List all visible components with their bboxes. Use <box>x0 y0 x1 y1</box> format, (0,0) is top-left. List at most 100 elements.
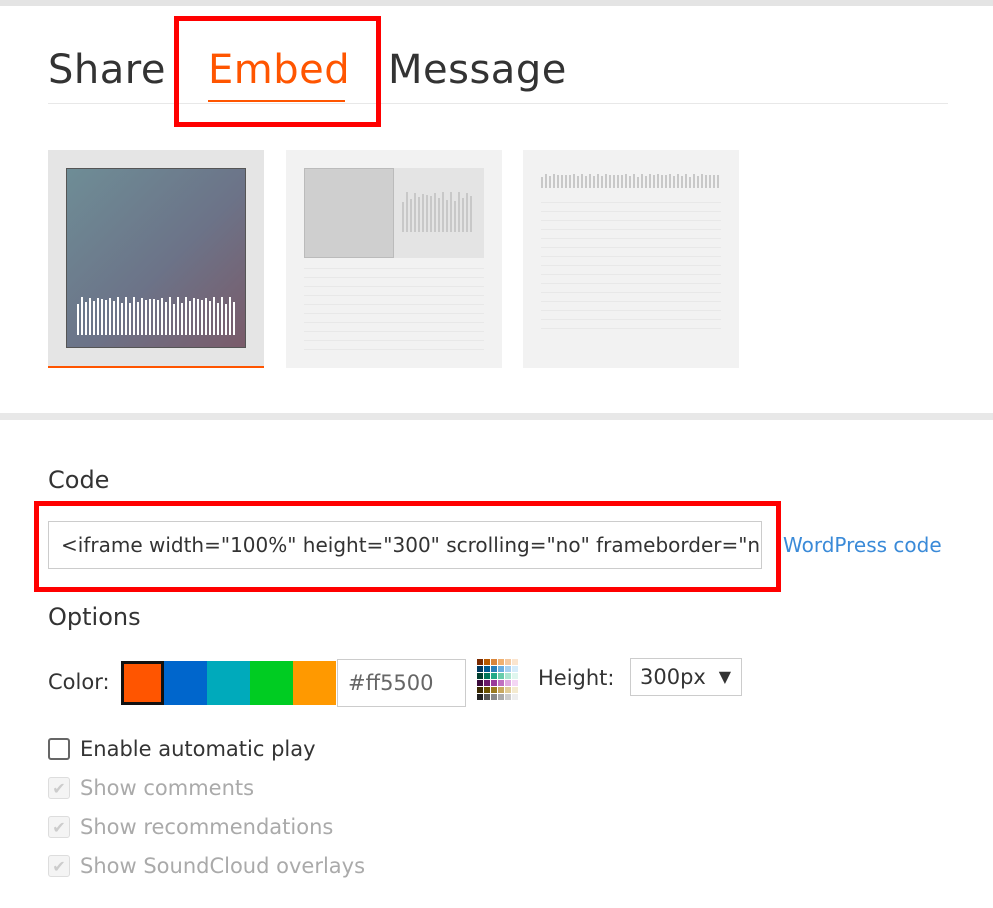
waveform-bar <box>613 175 615 188</box>
waveform-bar <box>81 297 83 335</box>
waveform-bar <box>685 174 687 188</box>
color-swatch-teal[interactable] <box>207 661 250 705</box>
waveform-bar <box>681 176 683 188</box>
color-swatch-blue[interactable] <box>164 661 207 705</box>
waveform-bar <box>617 175 619 188</box>
palette-cell <box>512 680 518 686</box>
waveform-bar <box>573 174 575 188</box>
palette-cell <box>491 680 497 686</box>
waveform-bar <box>545 174 547 188</box>
waveform-bar <box>629 176 631 188</box>
height-select[interactable]: 300px ▼ <box>630 658 742 696</box>
waveform-bar <box>133 297 135 335</box>
palette-cell <box>512 666 518 672</box>
waveform-bar <box>181 303 183 335</box>
checkmark-icon: ✔ <box>52 856 66 876</box>
palette-cell <box>477 659 483 665</box>
height-label: Height: <box>538 666 615 690</box>
tab-message[interactable]: Message <box>388 44 567 96</box>
palette-cell <box>498 680 504 686</box>
waveform-bar <box>649 174 651 188</box>
waveform-bar <box>217 303 219 335</box>
caret-down-icon: ▼ <box>718 667 731 686</box>
palette-cell <box>512 659 518 665</box>
waveform-bar <box>701 174 703 188</box>
palette-cell <box>505 680 511 686</box>
palette-cell <box>484 666 490 672</box>
waveform-bar <box>709 175 711 188</box>
waveform-bar <box>446 200 448 232</box>
waveform-bar <box>229 297 231 335</box>
waveform-bar <box>677 174 679 188</box>
waveform-bar <box>597 174 599 188</box>
palette-cell <box>477 687 483 693</box>
palette-cell <box>498 687 504 693</box>
waveform-bar <box>633 174 635 188</box>
waveform-bar <box>85 302 87 335</box>
waveform-bar <box>89 298 91 335</box>
autoplay-checkbox[interactable] <box>48 738 70 760</box>
palette-cell <box>484 673 490 679</box>
color-hex-input[interactable] <box>337 659 466 707</box>
color-picker-icon[interactable] <box>477 659 521 703</box>
color-swatch-orange[interactable] <box>121 661 164 705</box>
waveform-bar <box>137 302 139 335</box>
wordpress-code-link[interactable]: WordPress code <box>783 533 942 557</box>
waveform-bar <box>585 176 587 188</box>
checkmark-icon: ✔ <box>52 817 66 837</box>
waveform-bar <box>569 175 571 188</box>
waveform-bar <box>637 177 639 188</box>
show-overlays-label: Show SoundCloud overlays <box>80 854 366 878</box>
palette-cell <box>484 694 490 700</box>
waveform-bar <box>577 176 579 188</box>
widget-style-visual[interactable] <box>48 150 264 368</box>
widget-style-classic[interactable] <box>286 150 502 368</box>
embed-code-field[interactable]: <iframe width="100%" height="300" scroll… <box>48 521 762 569</box>
waveform-bar <box>625 174 627 188</box>
waveform-bar <box>661 175 663 188</box>
waveform-bar <box>561 175 563 188</box>
waveform-bar <box>125 297 127 335</box>
palette-cell <box>484 687 490 693</box>
tab-bar: Share Embed Message <box>48 38 948 104</box>
artwork-preview <box>66 168 246 348</box>
show-comments-checkbox: ✔ <box>48 777 70 799</box>
waveform-bar <box>673 176 675 188</box>
autoplay-label: Enable automatic play <box>80 737 316 761</box>
waveform-preview <box>402 192 472 232</box>
waveform-bar <box>549 176 551 188</box>
waveform-bar <box>553 174 555 188</box>
palette-cell <box>505 694 511 700</box>
waveform-bar <box>414 193 416 232</box>
color-swatch-yellow[interactable] <box>293 661 336 705</box>
color-label: Color: <box>48 670 110 694</box>
option-show-overlays: ✔ Show SoundCloud overlays <box>48 853 365 879</box>
palette-cell <box>477 680 483 686</box>
waveform-bar <box>601 176 603 188</box>
waveform-bar <box>105 300 107 335</box>
tab-share[interactable]: Share <box>48 44 166 96</box>
tab-embed[interactable]: Embed <box>208 44 350 96</box>
widget-style-mini[interactable] <box>523 150 739 368</box>
waveform-bar <box>593 176 595 188</box>
color-swatch-green[interactable] <box>250 661 293 705</box>
waveform-bar <box>442 192 444 232</box>
waveform-bar <box>621 175 623 188</box>
waveform-bar <box>129 303 131 335</box>
waveform-bar <box>645 176 647 188</box>
waveform-bar <box>689 177 691 188</box>
waveform-bar <box>697 176 699 188</box>
option-autoplay[interactable]: Enable automatic play <box>48 736 316 762</box>
player-preview <box>304 168 484 258</box>
waveform-bar <box>193 298 195 335</box>
palette-cell <box>491 659 497 665</box>
show-recommendations-label: Show recommendations <box>80 815 334 839</box>
waveform-bar <box>161 298 163 335</box>
waveform-bar <box>93 301 95 335</box>
waveform-bar <box>657 174 659 188</box>
options-heading: Options <box>48 603 141 631</box>
palette-cell <box>477 673 483 679</box>
palette-cell <box>484 680 490 686</box>
show-overlays-checkbox: ✔ <box>48 855 70 877</box>
waveform-bar <box>426 195 428 232</box>
